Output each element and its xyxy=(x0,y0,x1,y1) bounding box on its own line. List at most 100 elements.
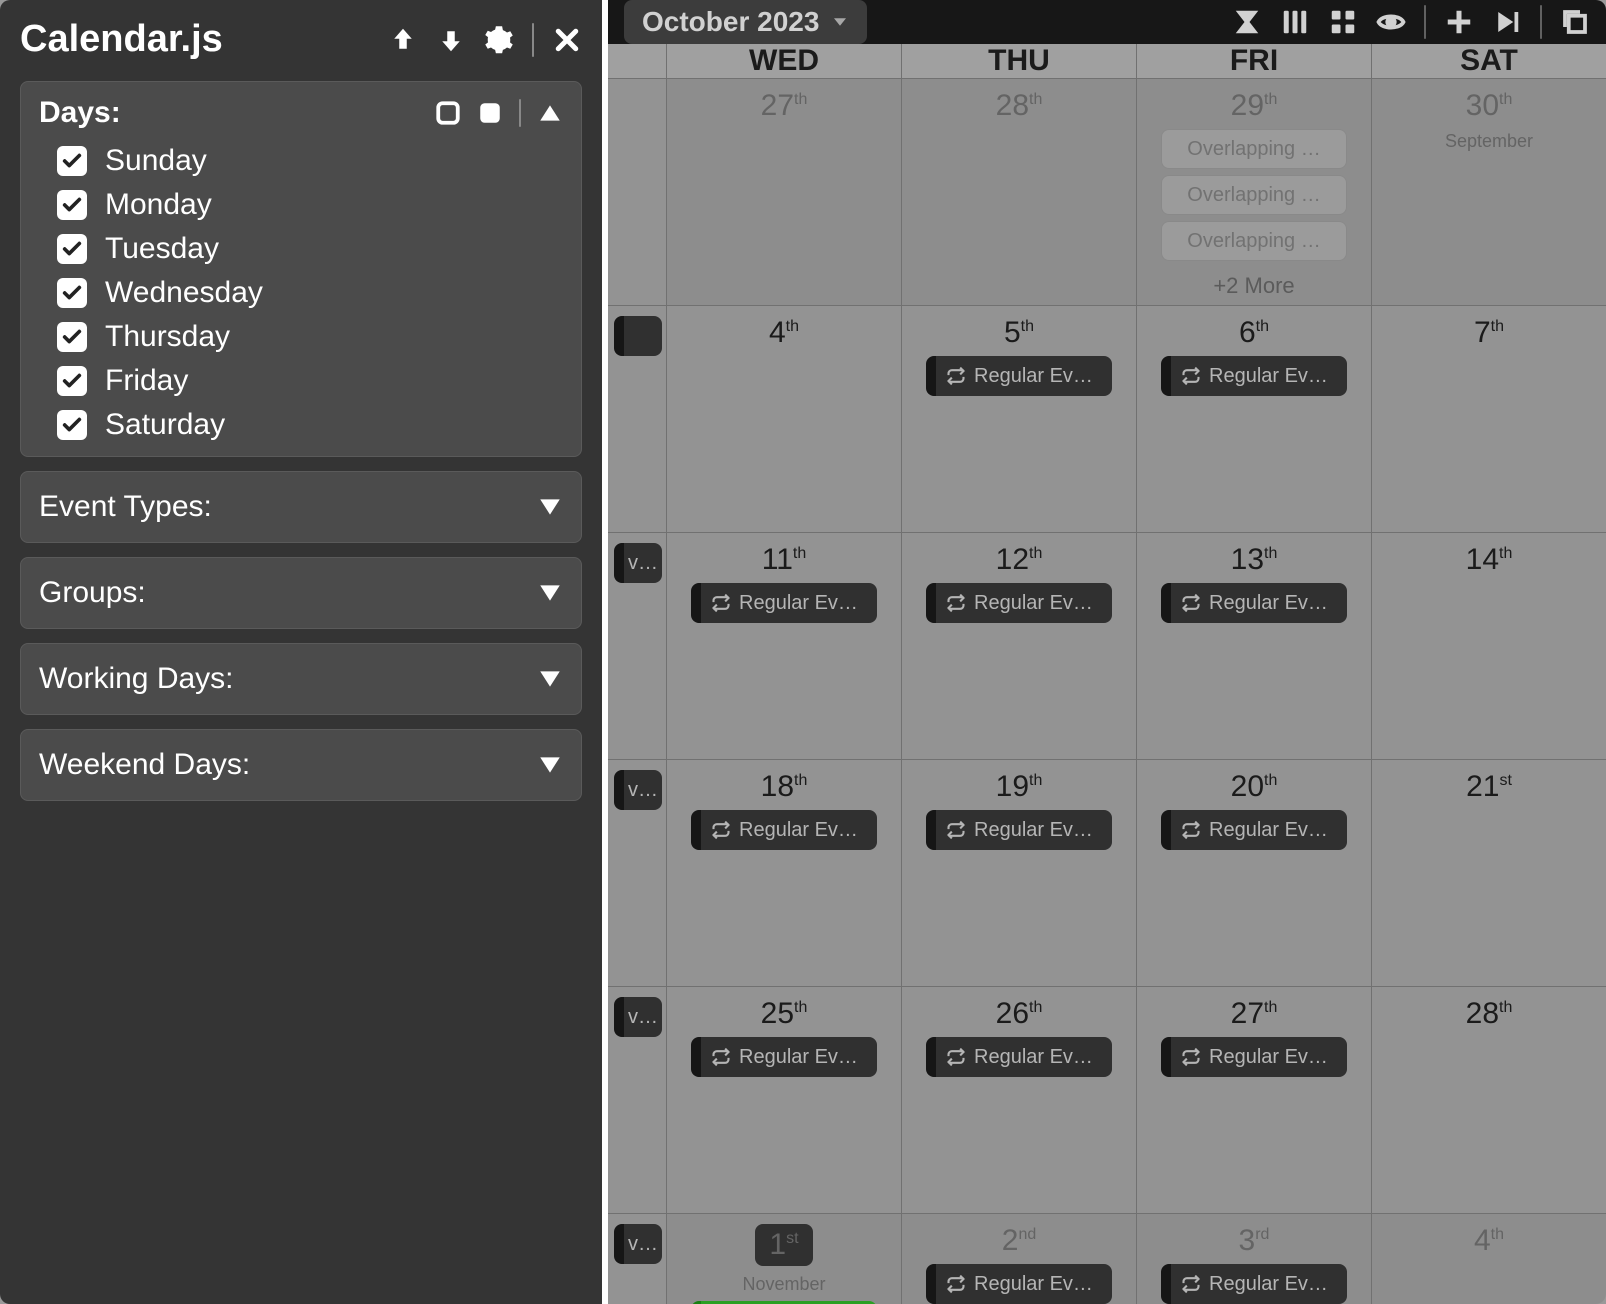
partial-day-cell[interactable]: v… xyxy=(608,1214,666,1304)
event-chip[interactable]: Regular Ev… xyxy=(926,810,1112,850)
day-cell[interactable]: 4th xyxy=(666,306,901,532)
event-chip[interactable]: Regular Ev… xyxy=(691,1037,877,1077)
day-cell[interactable]: 27th Regular Ev… xyxy=(1136,987,1371,1213)
event-chip[interactable]: v… xyxy=(614,1224,662,1264)
day-cell[interactable]: 7th xyxy=(1371,306,1606,532)
checkbox-icon[interactable] xyxy=(57,366,87,396)
columns-icon[interactable] xyxy=(1280,7,1310,37)
event-chip[interactable]: Regular Ev… xyxy=(926,1037,1112,1077)
day-checkbox-row[interactable]: Monday xyxy=(57,188,563,222)
collapse-up-icon[interactable] xyxy=(537,100,563,126)
day-number: 3rd xyxy=(1239,1224,1270,1258)
event-chip[interactable]: Regular Ev… xyxy=(1161,810,1347,850)
event-chip[interactable]: Regular Ev… xyxy=(926,1264,1112,1304)
event-chip[interactable]: Regular Ev… xyxy=(691,810,877,850)
day-cell[interactable]: 1stNovemberFirst Day 1First Day 2Regular… xyxy=(666,1214,901,1304)
checkbox-icon[interactable] xyxy=(57,234,87,264)
select-all-icon[interactable] xyxy=(477,100,503,126)
event-types-panel[interactable]: Event Types: xyxy=(20,471,582,543)
restore-icon[interactable] xyxy=(1560,7,1590,37)
checkbox-icon[interactable] xyxy=(57,410,87,440)
event-label: Overlapping … xyxy=(1187,184,1320,207)
expand-down-icon[interactable] xyxy=(537,494,563,520)
day-checkbox-row[interactable]: Tuesday xyxy=(57,232,563,266)
day-cell[interactable]: 30thSeptember xyxy=(1371,79,1606,305)
day-checkbox-row[interactable]: Friday xyxy=(57,364,563,398)
repeat-icon xyxy=(946,1047,966,1067)
day-checkbox-row[interactable]: Sunday xyxy=(57,144,563,178)
day-number: 13th xyxy=(1231,543,1278,577)
day-cell[interactable]: 25thRegular Ev… xyxy=(666,987,901,1213)
day-checkbox-row[interactable]: Saturday xyxy=(57,408,563,442)
day-cell[interactable]: 4th xyxy=(1371,1214,1606,1304)
day-cell[interactable]: 20thRegular Ev… xyxy=(1136,760,1371,986)
day-cell[interactable]: 21st xyxy=(1371,760,1606,986)
today-highlight: 1st xyxy=(755,1224,812,1266)
checkbox-icon[interactable] xyxy=(57,322,87,352)
checkbox-icon[interactable] xyxy=(57,278,87,308)
add-icon[interactable] xyxy=(1444,7,1474,37)
export-up-icon[interactable] xyxy=(388,25,418,55)
event-chip[interactable]: v… xyxy=(614,543,662,583)
event-chip[interactable]: Regular Ev… xyxy=(1161,1264,1347,1304)
select-none-icon[interactable] xyxy=(435,100,461,126)
checkbox-icon[interactable] xyxy=(57,146,87,176)
day-label: Thursday xyxy=(105,320,230,354)
close-icon[interactable] xyxy=(552,25,582,55)
eye-icon[interactable] xyxy=(1376,7,1406,37)
day-cell[interactable]: 29thOverlapping …Overlapping …Overlappin… xyxy=(1136,79,1371,305)
repeat-icon xyxy=(1181,1047,1201,1067)
partial-day-cell[interactable] xyxy=(608,79,666,305)
fullscreen-icon[interactable] xyxy=(1328,7,1358,37)
expand-down-icon[interactable] xyxy=(537,666,563,692)
expand-down-icon[interactable] xyxy=(537,752,563,778)
play-next-icon[interactable] xyxy=(1492,7,1522,37)
weekend-days-panel[interactable]: Weekend Days: xyxy=(20,729,582,801)
event-chip[interactable]: Overlapping … xyxy=(1161,221,1347,261)
day-cell[interactable]: 12thRegular Ev… xyxy=(901,533,1136,759)
event-chip[interactable] xyxy=(614,316,662,356)
event-chip[interactable]: v… xyxy=(614,770,662,810)
day-cell[interactable]: 28th xyxy=(1371,987,1606,1213)
day-cell[interactable]: 28th xyxy=(901,79,1136,305)
day-cell[interactable]: 11thRegular Ev… xyxy=(666,533,901,759)
day-cell[interactable]: 19th Regular Ev… xyxy=(901,760,1136,986)
event-chip[interactable]: Regular Ev… xyxy=(691,583,877,623)
event-chip[interactable]: Overlapping … xyxy=(1161,129,1347,169)
checkbox-icon[interactable] xyxy=(57,190,87,220)
partial-day-cell[interactable]: v… xyxy=(608,987,666,1213)
day-cell[interactable]: 6thRegular Ev… xyxy=(1136,306,1371,532)
repeat-icon xyxy=(1181,593,1201,613)
day-cell[interactable]: 2ndRegular Ev… xyxy=(901,1214,1136,1304)
day-cell[interactable]: 18thRegular Ev… xyxy=(666,760,901,986)
timeline-icon[interactable] xyxy=(1232,7,1262,37)
day-cell[interactable]: 26thRegular Ev… xyxy=(901,987,1136,1213)
event-label: Regular Ev… xyxy=(739,819,858,842)
day-cell[interactable]: 27th xyxy=(666,79,901,305)
groups-panel[interactable]: Groups: xyxy=(20,557,582,629)
month-selector[interactable]: October 2023 xyxy=(624,0,867,44)
event-chip[interactable]: Regular Ev… xyxy=(1161,1037,1347,1077)
event-chip[interactable]: Overlapping … xyxy=(1161,175,1347,215)
expand-down-icon[interactable] xyxy=(537,580,563,606)
more-events-link[interactable]: +2 More xyxy=(1213,273,1294,299)
day-number: 27th xyxy=(1231,997,1278,1031)
event-chip[interactable]: Regular Ev… xyxy=(926,356,1112,396)
day-checkbox-row[interactable]: Wednesday xyxy=(57,276,563,310)
event-chip[interactable]: Regular Ev… xyxy=(926,583,1112,623)
day-cell[interactable]: 5thRegular Ev… xyxy=(901,306,1136,532)
working-days-panel[interactable]: Working Days: xyxy=(20,643,582,715)
day-cell[interactable]: 3rd Regular Ev… xyxy=(1136,1214,1371,1304)
day-cell[interactable]: 13th Regular Ev… xyxy=(1136,533,1371,759)
day-number: 19th xyxy=(996,770,1043,804)
import-down-icon[interactable] xyxy=(436,25,466,55)
day-checkbox-row[interactable]: Thursday xyxy=(57,320,563,354)
settings-gear-icon[interactable] xyxy=(484,25,514,55)
event-chip[interactable]: Regular Ev… xyxy=(1161,356,1347,396)
event-chip[interactable]: v… xyxy=(614,997,662,1037)
partial-day-cell[interactable] xyxy=(608,306,666,532)
event-chip[interactable]: Regular Ev… xyxy=(1161,583,1347,623)
partial-day-cell[interactable]: v… xyxy=(608,760,666,986)
partial-day-cell[interactable]: v… xyxy=(608,533,666,759)
day-cell[interactable]: 14th xyxy=(1371,533,1606,759)
